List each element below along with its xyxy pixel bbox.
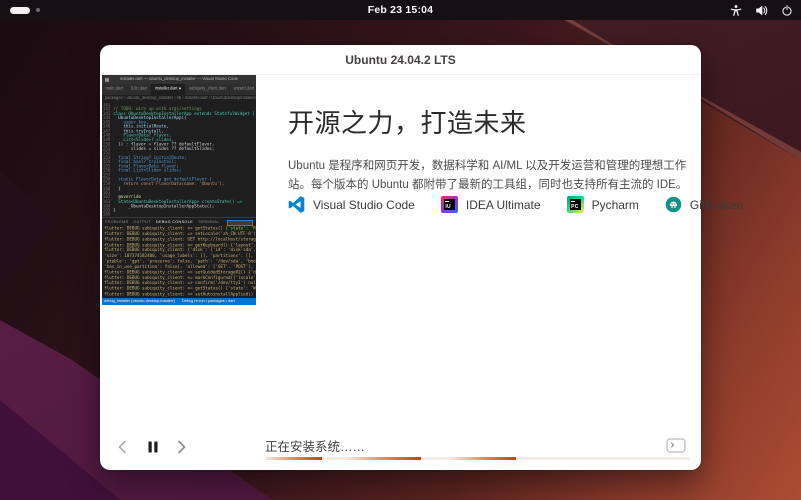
console-line: flutter: DEBUG subiquity_client: GET htt… [104,236,256,242]
pycharm-logo-letters: PC [571,203,579,210]
window-title: Ubuntu 24.04.2 LTS [345,53,456,67]
window-titlebar[interactable]: Ubuntu 24.04.2 LTS [100,45,701,75]
accessibility-icon[interactable] [730,4,742,17]
console-filter-box [227,219,253,226]
console-line: flutter: DEBUG subiquity_client: => setG… [104,269,256,275]
idea-logo-icon: IU [440,196,458,213]
pycharm-logo-inner: PC [569,199,581,210]
chevron-right-icon [178,440,186,454]
log-viewer-button[interactable] [666,438,686,453]
vscode-screenshot: installer.dart — ubuntu_desktop_installe… [102,75,256,305]
panel-tab: OUTPUT [133,220,151,225]
ide-label: Visual Studio Code [313,197,415,212]
vscode-logo-icon [288,196,305,213]
install-status-text: 正在安装系统…… [265,440,366,454]
chevron-left-icon [118,440,126,454]
vscode-debug-console: flutter: DEBUG subiquity_client: <= getS… [102,226,256,298]
panel-tab: TERMINAL [197,220,220,225]
power-icon[interactable] [781,4,793,17]
terminal-icon [666,438,686,453]
top-bar: Feb 23 15:04 [0,0,801,20]
next-slide-button[interactable] [172,439,190,455]
idea-logo-inner: IU [443,199,455,210]
idea-logo-bar [445,200,450,202]
panel-tab: PROBLEMS [104,220,129,225]
pause-slideshow-button[interactable] [144,439,162,455]
ide-item-gitkraken: GitKraken [665,196,743,213]
pycharm-logo-bar [571,200,576,202]
ide-item-pycharm: PC Pycharm [566,196,639,213]
console-line: flutter: DEBUG subiquity_client: => setA… [104,291,256,297]
pause-icon [148,441,158,453]
vscode-code-area: 141 142// TODO: wire up with args/settin… [102,103,256,217]
vscode-editor-tab: installer.dart ● [151,84,186,95]
clock[interactable]: Feb 23 15:04 [0,4,801,16]
panel-tab: DEBUG CONSOLE [156,218,193,226]
vscode-editor-tab: wizard.dart [230,84,256,95]
vscode-panel-tabs: PROBLEMS OUTPUT DEBUG CONSOLE TERMINAL [102,217,256,226]
slide-heading: 开源之力，打造未来 [288,108,527,138]
ide-logo-row: Visual Studio Code IU IDEA Ultimate PC P… [288,196,743,213]
statusbar-mid: Debug re-run • packages • dart [181,299,235,304]
vscode-window-title: installer.dart — ubuntu_desktop_installe… [119,77,238,82]
vscode-editor-tab: l10n.dart [127,84,152,95]
vscode-breadcrumb: packages › ubuntu_desktop_installer › li… [102,95,256,103]
ide-item-idea: IU IDEA Ultimate [440,196,541,213]
gitkraken-logo-icon [665,196,682,213]
statusbar-left: debug_installer (ubuntu-desktop-installe… [104,299,175,304]
install-progress-bar [265,457,690,460]
previous-slide-button[interactable] [114,439,132,455]
vscode-editor-tab: main.dart [102,84,128,95]
volume-icon[interactable] [755,4,768,17]
vscode-editor-tab: subiquity_client.dart [185,84,231,95]
idea-logo-letters: IU [445,203,451,210]
vscode-statusbar: debug_installer (ubuntu-desktop-installe… [102,298,256,305]
installer-window: Ubuntu 24.04.2 LTS installer.dart — ubun… [100,45,743,470]
slide-body: Ubuntu 是程序和网页开发，数据科学和 AI/ML 以及开发运营和管理的理想… [288,160,688,191]
ide-label: GitKraken [689,197,744,212]
ide-label: IDEA Ultimate [465,197,541,212]
pycharm-logo-icon: PC [566,196,584,213]
vscode-tab-bar: main.dart l10n.dart installer.dart ● subiqu… [102,84,256,95]
vscode-titlebar: installer.dart — ubuntu_desktop_installe… [102,75,256,84]
ide-label: Pycharm [591,197,639,212]
ide-item-vscode: Visual Studio Code [288,196,415,213]
console-line: flutter: DEBUG subiquity_client: => setL… [104,231,256,237]
system-tray[interactable] [730,0,793,20]
